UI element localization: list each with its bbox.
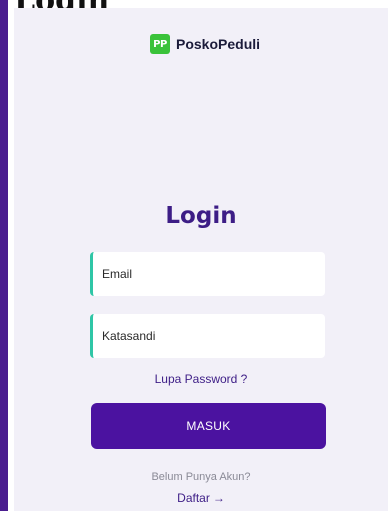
register-link[interactable]: Daftar → <box>14 491 388 505</box>
brand: PP PoskoPeduli <box>150 34 260 54</box>
register-label: Daftar <box>177 491 210 505</box>
login-submit-button[interactable]: MASUK <box>91 403 326 449</box>
email-field[interactable] <box>90 252 325 296</box>
login-screen: PP PoskoPeduli Login Lupa Password ? MAS… <box>14 8 388 511</box>
password-field[interactable] <box>90 314 325 358</box>
no-account-text: Belum Punya Akun? <box>151 471 251 483</box>
page-title: Login <box>165 203 237 229</box>
password-input[interactable] <box>102 329 325 343</box>
left-edge-bar <box>0 0 14 511</box>
forgot-password-link[interactable]: Lupa Password ? <box>14 372 388 386</box>
brand-name: PoskoPeduli <box>176 36 261 52</box>
brand-logo-icon: PP <box>150 34 170 54</box>
email-input[interactable] <box>102 267 325 281</box>
arrow-right-icon: → <box>212 491 225 505</box>
page: Login PP PoskoPeduli Login Lupa Password… <box>0 0 388 511</box>
